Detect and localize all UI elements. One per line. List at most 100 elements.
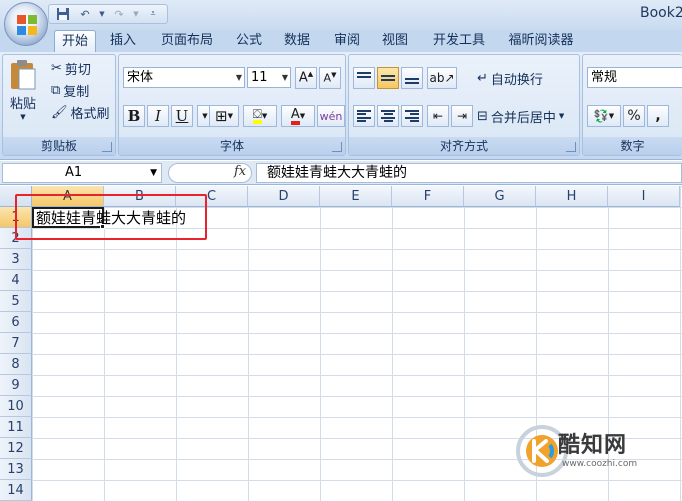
row-header-9[interactable]: 9 xyxy=(0,375,32,396)
align-bottom-button[interactable] xyxy=(401,67,423,89)
redo-icon[interactable]: ↷ xyxy=(111,6,127,22)
column-header-e[interactable]: E xyxy=(320,186,392,207)
align-middle-button[interactable] xyxy=(377,67,399,89)
align-center-icon xyxy=(381,110,395,122)
font-color-button[interactable]: A ▼ xyxy=(281,105,315,127)
clipboard-launcher-icon[interactable] xyxy=(102,142,112,152)
font-size-select[interactable]: 11 ▼ xyxy=(247,67,291,88)
font-name-value: 宋体 xyxy=(127,70,154,85)
cut-button[interactable]: ✂ 剪切 xyxy=(51,59,91,78)
insert-function-icon[interactable]: fx xyxy=(234,164,246,179)
tab-home[interactable]: 开始 xyxy=(54,30,96,52)
row-header-13[interactable]: 13 xyxy=(0,459,32,480)
number-format-select[interactable]: 常规 xyxy=(587,67,682,88)
column-header-h[interactable]: H xyxy=(536,186,608,207)
redo-dropdown-icon[interactable]: ▼ xyxy=(133,6,139,22)
merge-center-button[interactable]: ⊟ 合并后居中 ▼ xyxy=(477,107,564,126)
row-header-7[interactable]: 7 xyxy=(0,333,32,354)
row-header-14[interactable]: 14 xyxy=(0,480,32,501)
window-title: Book2 xyxy=(640,5,682,21)
fill-color-button[interactable]: ⛋ ▼ xyxy=(243,105,277,127)
clipboard-group-label: 剪贴板 xyxy=(3,137,115,155)
copy-icon: ⧉ xyxy=(51,83,61,98)
tab-insert[interactable]: 插入 xyxy=(102,30,144,52)
underline-button[interactable]: U xyxy=(171,105,193,127)
font-group: 宋体 ▼ 11 ▼ A▲ A▼ B I U ▼ ⊞ ▼ ⛋ ▼ A ▼ wén 字体 xyxy=(118,54,346,156)
tab-data[interactable]: 数据 xyxy=(276,30,318,52)
tab-developer[interactable]: 开发工具 xyxy=(424,30,494,52)
copy-button[interactable]: ⧉ 复制 xyxy=(51,81,89,100)
merge-center-icon: ⊟ xyxy=(477,109,488,124)
bold-button[interactable]: B xyxy=(123,105,145,127)
percent-button[interactable]: % xyxy=(623,105,645,127)
grow-font-button[interactable]: A▲ xyxy=(295,67,317,89)
wrap-text-icon: ↵ xyxy=(477,71,488,86)
font-launcher-icon[interactable] xyxy=(332,142,342,152)
undo-icon[interactable]: ↶ xyxy=(77,6,93,22)
customize-qat-icon[interactable]: ⩡ xyxy=(145,6,161,22)
phonetic-icon: wén xyxy=(319,109,343,123)
clipboard-group: 粘贴 ▼ ✂ 剪切 ⧉ 复制 🖌 格式刷 剪贴板 xyxy=(2,54,116,156)
row-header-8[interactable]: 8 xyxy=(0,354,32,375)
row-header-5[interactable]: 5 xyxy=(0,291,32,312)
column-header-i[interactable]: I xyxy=(608,186,680,207)
name-box-dropdown-icon[interactable]: ▼ xyxy=(150,164,157,182)
paste-icon xyxy=(11,60,36,90)
tab-view[interactable]: 视图 xyxy=(374,30,416,52)
undo-dropdown-icon[interactable]: ▼ xyxy=(99,6,105,22)
format-painter-label: 格式刷 xyxy=(70,107,110,122)
align-top-button[interactable] xyxy=(353,67,375,89)
orientation-button[interactable]: ab↗ xyxy=(427,67,457,89)
align-left-icon xyxy=(357,110,371,122)
column-header-f[interactable]: F xyxy=(392,186,464,207)
font-name-select[interactable]: 宋体 ▼ xyxy=(123,67,245,88)
font-size-value: 11 xyxy=(251,70,268,85)
quick-access-toolbar: ↶ ▼ ↷ ▼ ⩡ xyxy=(48,4,168,24)
watermark-title: 酷知网 xyxy=(558,433,628,458)
merge-center-dropdown-icon: ▼ xyxy=(558,112,565,120)
comma-button[interactable]: , xyxy=(647,105,669,127)
format-painter-button[interactable]: 🖌 格式刷 xyxy=(51,103,110,122)
shrink-font-button[interactable]: A▼ xyxy=(319,67,341,89)
currency-button[interactable]: 💱 ▼ xyxy=(587,105,621,127)
decrease-indent-button[interactable]: ⇤ xyxy=(427,105,449,127)
tab-review[interactable]: 审阅 xyxy=(326,30,368,52)
phonetic-button[interactable]: wén xyxy=(317,105,345,127)
borders-icon: ⊞ xyxy=(215,107,228,125)
align-bottom-icon xyxy=(405,72,419,84)
scissors-icon: ✂ xyxy=(51,61,62,76)
column-header-d[interactable]: D xyxy=(248,186,320,207)
paste-button[interactable]: 粘贴 ▼ xyxy=(9,59,37,121)
formula-input[interactable]: 额娃娃青蛙大大青蛙的 xyxy=(256,163,682,183)
align-left-button[interactable] xyxy=(353,105,375,127)
alignment-launcher-icon[interactable] xyxy=(566,142,576,152)
name-box[interactable]: A1 ▼ xyxy=(2,163,162,183)
italic-button[interactable]: I xyxy=(147,105,169,127)
shrink-font-icon: A▼ xyxy=(323,71,337,85)
wrap-text-label: 自动换行 xyxy=(490,73,543,88)
row-header-6[interactable]: 6 xyxy=(0,312,32,333)
align-center-button[interactable] xyxy=(377,105,399,127)
row-header-12[interactable]: 12 xyxy=(0,438,32,459)
row-header-11[interactable]: 11 xyxy=(0,417,32,438)
tab-foxit-reader[interactable]: 福昕阅读器 xyxy=(500,30,582,52)
tab-formulas[interactable]: 公式 xyxy=(228,30,270,52)
align-right-button[interactable] xyxy=(401,105,423,127)
tab-page-layout[interactable]: 页面布局 xyxy=(152,30,222,52)
paste-dropdown-icon[interactable]: ▼ xyxy=(20,114,25,121)
office-button[interactable] xyxy=(4,2,48,46)
increase-indent-button[interactable]: ⇥ xyxy=(451,105,473,127)
increase-indent-icon: ⇥ xyxy=(456,109,468,123)
align-middle-icon xyxy=(381,72,395,84)
row-header-3[interactable]: 3 xyxy=(0,249,32,270)
row-header-10[interactable]: 10 xyxy=(0,396,32,417)
number-group-label: 数字 xyxy=(583,137,682,155)
row-header-4[interactable]: 4 xyxy=(0,270,32,291)
borders-button[interactable]: ⊞ ▼ xyxy=(209,105,239,127)
column-header-g[interactable]: G xyxy=(464,186,536,207)
paste-label: 粘贴 xyxy=(9,97,36,112)
office-logo-icon xyxy=(17,15,37,35)
save-icon[interactable] xyxy=(55,6,71,22)
orientation-icon: ab↗ xyxy=(429,71,455,85)
wrap-text-button[interactable]: ↵ 自动换行 xyxy=(477,69,543,88)
